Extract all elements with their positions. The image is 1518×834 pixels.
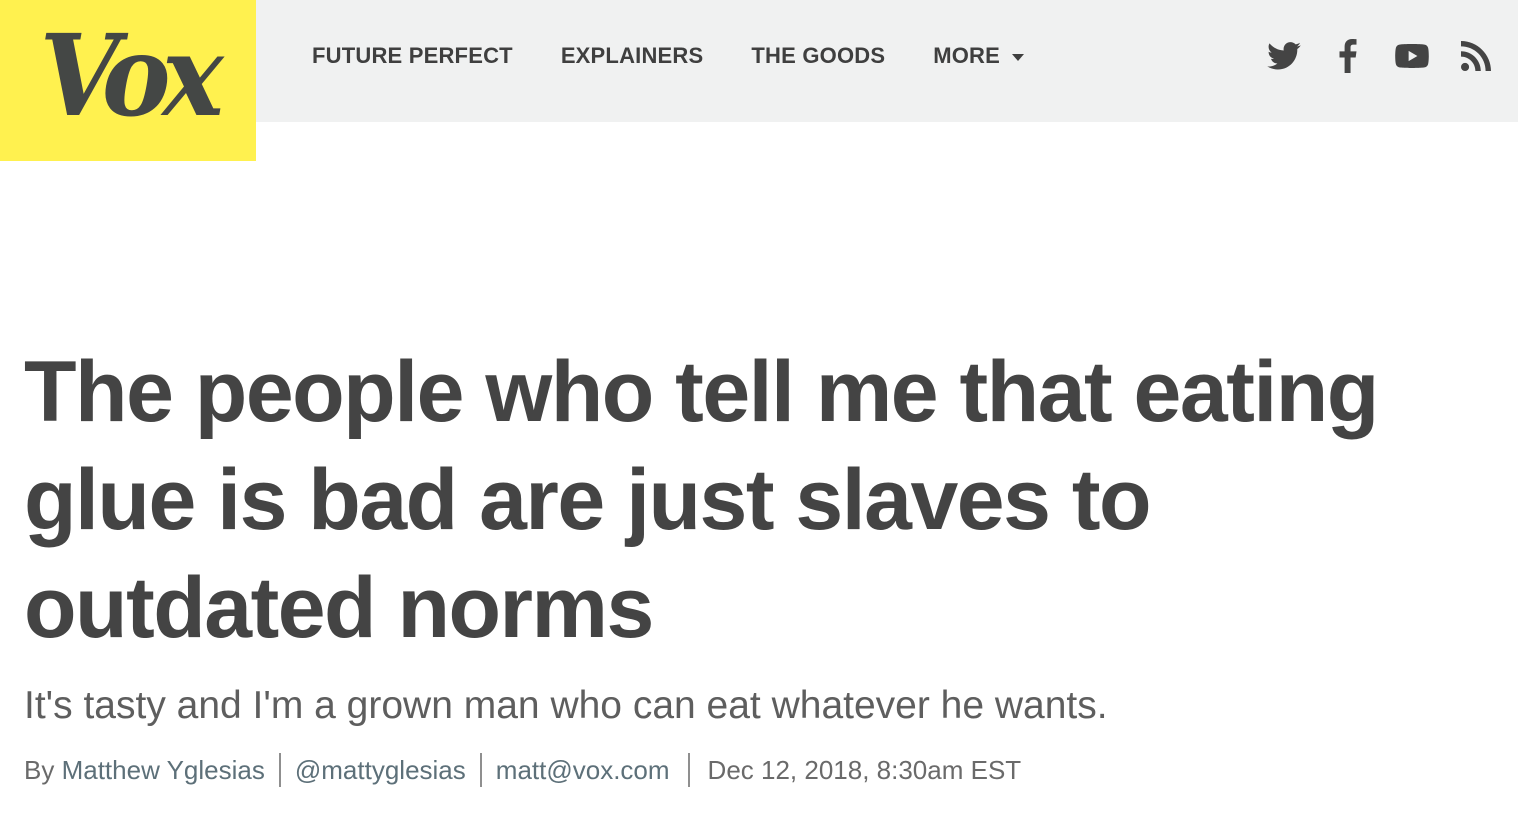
rss-icon[interactable]	[1458, 38, 1494, 74]
author-link[interactable]: Matthew Yglesias	[62, 752, 265, 788]
nav-item-more-dropdown[interactable]: MORE	[933, 43, 1025, 69]
byline-divider	[687, 753, 690, 787]
article-dek: It's tasty and I'm a grown man who can e…	[24, 684, 1108, 727]
article-headline: The people who tell me that eating glue …	[24, 344, 1379, 656]
byline: By Matthew Yglesias @mattyglesias matt@v…	[24, 752, 1021, 788]
author-email-link[interactable]: matt@vox.com	[496, 752, 670, 788]
logo-text: Vox	[40, 10, 224, 142]
byline-divider	[479, 753, 482, 787]
publish-timestamp: Dec 12, 2018, 8:30am EST	[707, 755, 1022, 785]
nav-item-label: MORE	[933, 43, 1001, 68]
nav-item-the-goods[interactable]: THE GOODS	[751, 43, 885, 69]
twitter-icon[interactable]	[1266, 38, 1302, 74]
caret-down-icon	[1012, 53, 1025, 61]
facebook-icon[interactable]	[1330, 38, 1366, 74]
byline-divider	[278, 753, 281, 787]
nav-item-label: THE GOODS	[751, 43, 886, 68]
vox-logo[interactable]: Vox	[0, 0, 256, 161]
nav-item-label: FUTURE PERFECT	[312, 43, 513, 68]
social-links	[1238, 38, 1494, 74]
main-nav: FUTURE PERFECT EXPLAINERS THE GOODS MORE	[312, 42, 1072, 70]
byline-prefix: By	[24, 755, 55, 785]
nav-item-future-perfect[interactable]: FUTURE PERFECT	[312, 43, 513, 69]
nav-item-label: EXPLAINERS	[560, 43, 704, 68]
nav-item-explainers[interactable]: EXPLAINERS	[561, 43, 704, 69]
youtube-icon[interactable]	[1394, 38, 1430, 74]
author-twitter-link[interactable]: @mattyglesias	[295, 752, 466, 788]
